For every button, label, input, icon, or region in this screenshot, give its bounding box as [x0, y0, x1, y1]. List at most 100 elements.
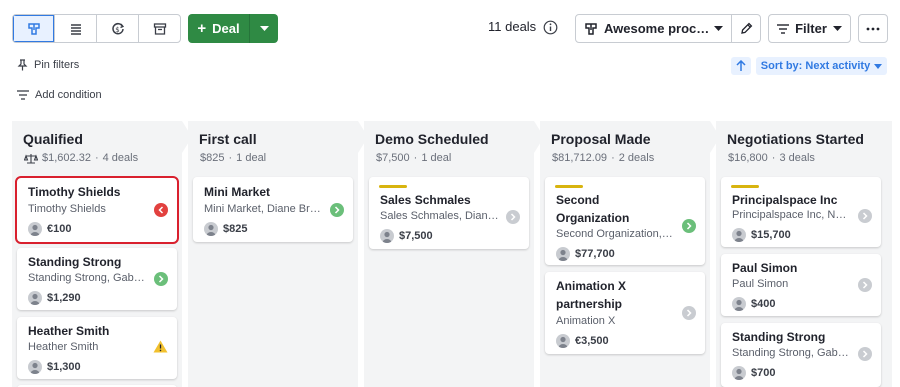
deal-card[interactable]: Paul Simon Paul Simon $400: [721, 254, 881, 316]
deal-title: Paul Simon: [732, 261, 798, 275]
stage-count: 2 deals: [618, 152, 655, 164]
stage-summary: $1,602.32 · 4 deals: [24, 152, 138, 164]
deal-value-row: $7,500: [380, 229, 433, 243]
stage-count: 1 deal: [421, 152, 452, 164]
stage-total: $7,500: [376, 152, 410, 164]
activity-scheduled-icon[interactable]: [682, 219, 696, 233]
deal-value: $15,700: [751, 229, 791, 241]
deal-count: 11 deals: [488, 19, 537, 34]
caret-down-icon: [832, 25, 842, 31]
avatar-icon: [556, 247, 570, 261]
stage-header: Proposal Made $81,712.09 · 2 deals: [540, 121, 710, 171]
scale-icon: [24, 153, 38, 164]
stage-total: $825: [200, 152, 225, 164]
deal-value-row: €3,500: [556, 334, 609, 348]
archive-view-button[interactable]: [139, 15, 180, 42]
deal-title: Standing Strong: [28, 255, 122, 269]
deal-title-line-1: Second: [556, 193, 600, 207]
stage-first-call: First call $825 · 1 deal Mini Market Min…: [188, 121, 368, 387]
deal-value-row: $77,700: [556, 247, 615, 261]
filter-button[interactable]: Filter: [768, 14, 851, 43]
deal-subtitle: Second Organization,…: [556, 228, 673, 240]
deal-title: Timothy Shields: [28, 185, 121, 199]
stage-name: First call: [199, 131, 257, 147]
add-condition-label: Add condition: [35, 89, 102, 101]
info-icon[interactable]: [543, 20, 558, 40]
stage-header: Negotiations Started $16,800 · 3 deals: [716, 121, 892, 171]
deal-card[interactable]: Timothy Shields Timothy Shields €100: [15, 176, 179, 244]
activity-overdue-icon[interactable]: [154, 203, 168, 217]
activity-scheduled-icon[interactable]: [330, 203, 344, 217]
deal-card[interactable]: Standing Strong Standing Strong, Gab… $7…: [721, 323, 881, 387]
deal-card[interactable]: Heather Smith Heather Smith $1,300: [17, 317, 177, 379]
no-activity-icon[interactable]: [858, 209, 872, 223]
stage-summary: $81,712.09 · 2 deals: [552, 152, 655, 164]
activity-scheduled-icon[interactable]: [154, 272, 168, 286]
stage-count: 4 deals: [102, 152, 139, 164]
deal-title: Standing Strong: [732, 330, 826, 344]
sort-by-label: Sort by: Next activity: [760, 60, 871, 72]
no-activity-icon[interactable]: [682, 306, 696, 320]
no-activity-icon[interactable]: [858, 347, 872, 361]
deal-subtitle: Timothy Shields: [28, 203, 106, 215]
deal-value: €100: [47, 223, 72, 235]
stage-demo-scheduled: Demo Scheduled $7,500 · 1 deal Sales Sch…: [364, 121, 544, 387]
deal-card[interactable]: Principalspace Inc Principalspace Inc, N…: [721, 177, 881, 247]
stage-negotiations-started: Negotiations Started $16,800 · 3 deals P…: [716, 121, 892, 387]
deal-card[interactable]: Standing Strong Standing Strong, Gab… $1…: [17, 248, 177, 310]
deal-card[interactable]: Animation X partnership Animation X €3,5…: [545, 272, 705, 354]
deal-title: Heather Smith: [28, 324, 110, 338]
sort-direction-button[interactable]: [731, 57, 751, 75]
deal-value-row: $15,700: [732, 228, 791, 242]
deal-color-bar: [379, 185, 407, 188]
deal-value: $1,300: [47, 361, 81, 373]
stage-name: Demo Scheduled: [375, 131, 489, 147]
sort-by-button[interactable]: Sort by: Next activity: [756, 57, 887, 75]
stage-qualified: Qualified $1,602.32 · 4 deals Timothy Sh…: [12, 121, 192, 387]
forecast-view-button[interactable]: $: [97, 15, 139, 42]
deal-value: $77,700: [575, 248, 615, 260]
deal-title-line-2: Organization: [556, 211, 630, 225]
add-deal-label: Deal: [212, 21, 240, 36]
deal-value-row: $400: [732, 297, 775, 311]
add-deal-dropdown-button[interactable]: [249, 14, 278, 43]
deal-color-bar: [555, 185, 583, 188]
no-activity-icon[interactable]: [858, 278, 872, 292]
pin-icon: [17, 59, 28, 71]
arrow-up-icon: [736, 60, 746, 71]
deal-value: $700: [751, 367, 776, 379]
list-view-button[interactable]: [55, 15, 97, 42]
pipeline-view-button[interactable]: [13, 15, 55, 42]
pipeline-icon: [585, 22, 597, 35]
stage-total: $81,712.09: [552, 152, 608, 164]
deal-value-row: $700: [732, 366, 775, 380]
pencil-icon: [740, 22, 752, 34]
caret-down-icon: [714, 25, 723, 31]
add-deal-button[interactable]: + Deal: [188, 14, 249, 43]
warning-icon[interactable]: [153, 340, 168, 358]
avatar-icon: [732, 297, 746, 311]
stage-name: Negotiations Started: [727, 131, 864, 147]
toolbar: $ + Deal 11 deals Awesome proc… Filter: [0, 0, 900, 56]
caret-down-icon: [259, 25, 269, 31]
add-condition-button[interactable]: Add condition: [17, 89, 102, 101]
deal-title-line-2: partnership: [556, 297, 623, 311]
deal-value: $7,500: [399, 230, 433, 242]
deal-title: Mini Market: [204, 185, 271, 199]
avatar-icon: [28, 360, 42, 374]
pin-filters-label: Pin filters: [34, 59, 80, 71]
avatar-icon: [380, 229, 394, 243]
deal-value: $1,290: [47, 292, 81, 304]
deal-value-row: $1,290: [28, 291, 81, 305]
deal-value-row: $825: [204, 222, 247, 236]
no-activity-icon[interactable]: [506, 210, 520, 224]
deal-card[interactable]: Sales Schmales Sales Schmales, Dian… $7,…: [369, 177, 529, 249]
edit-pipeline-button[interactable]: [731, 14, 761, 43]
deal-card[interactable]: Mini Market Mini Market, Diane Br… $825: [193, 177, 353, 242]
avatar-icon: [556, 334, 570, 348]
pin-filters-button[interactable]: Pin filters: [17, 59, 79, 71]
pipeline-select[interactable]: Awesome proc…: [575, 14, 732, 43]
deal-color-bar: [731, 185, 759, 188]
more-options-button[interactable]: [858, 14, 888, 43]
deal-card[interactable]: Second Organization Second Organization,…: [545, 177, 705, 265]
